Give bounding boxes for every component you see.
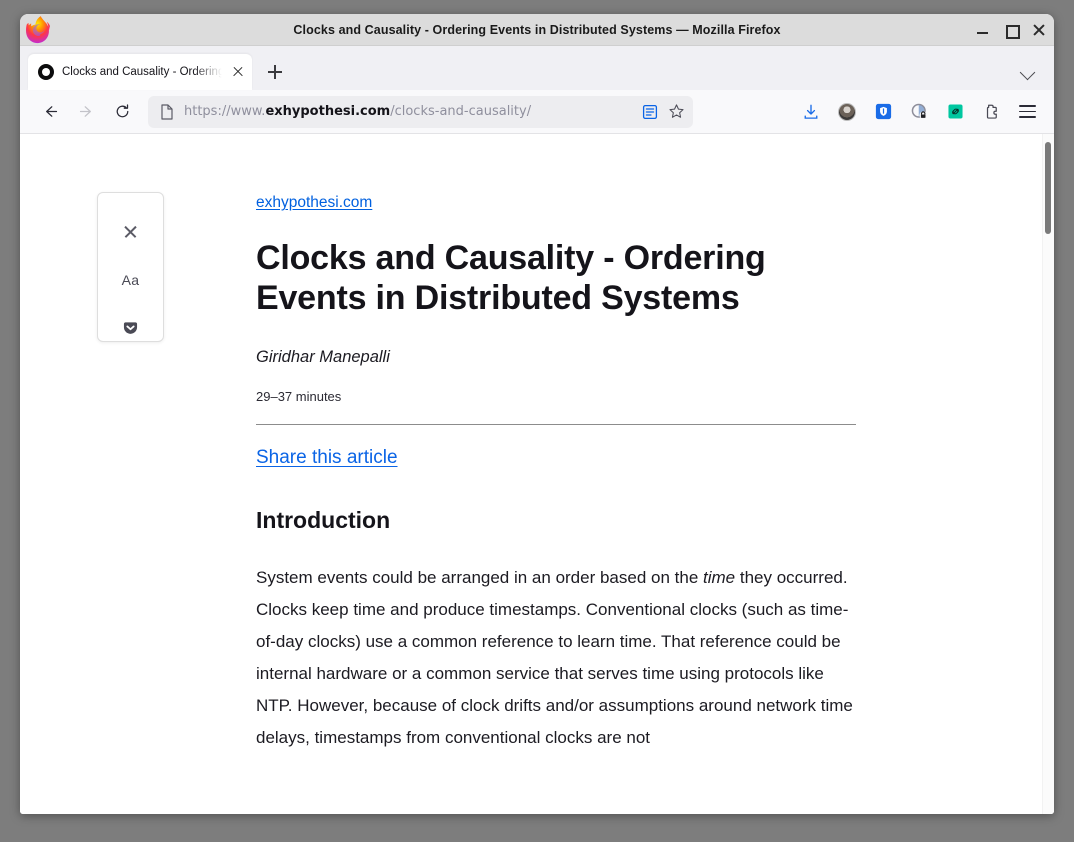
back-button[interactable] bbox=[34, 96, 66, 128]
extensions-puzzle-icon[interactable] bbox=[976, 97, 1006, 127]
url-scheme: https://www. bbox=[184, 104, 266, 119]
close-icon bbox=[123, 225, 138, 240]
tab-strip: Clocks and Causality - Ordering bbox=[20, 46, 1054, 90]
article-paragraph: System events could be arranged in an or… bbox=[256, 562, 856, 754]
tab-item[interactable]: Clocks and Causality - Ordering bbox=[28, 54, 252, 90]
minimize-button[interactable] bbox=[976, 23, 990, 37]
article-title: Clocks and Causality - Ordering Events i… bbox=[256, 239, 766, 317]
account-avatar-icon[interactable] bbox=[832, 97, 862, 127]
reader-mode-circle-icon bbox=[38, 64, 54, 80]
hamburger-icon bbox=[1018, 105, 1036, 118]
avatar bbox=[838, 102, 856, 121]
article-site-link[interactable]: exhypothesi.com bbox=[256, 194, 372, 212]
window-controls bbox=[976, 14, 1046, 46]
forward-button[interactable] bbox=[70, 96, 102, 128]
url-path: /clocks-and-causality/ bbox=[390, 104, 532, 119]
reader-type-controls-button[interactable]: Aa bbox=[115, 269, 147, 291]
close-window-button[interactable] bbox=[1032, 23, 1046, 37]
page-scrollbar[interactable] bbox=[1042, 134, 1054, 814]
bookmark-star-icon[interactable] bbox=[667, 103, 685, 121]
application-menu-icon[interactable] bbox=[1012, 97, 1042, 127]
article-read-time: 29–37 minutes bbox=[256, 389, 342, 404]
arrow-right-icon bbox=[79, 106, 91, 117]
save-to-pocket-button[interactable] bbox=[115, 317, 147, 339]
tab-title: Clocks and Causality - Ordering bbox=[62, 66, 222, 78]
firefox-logo-icon bbox=[26, 16, 54, 44]
url-bar[interactable]: https://www.exhypothesi.com/clocks-and-c… bbox=[148, 95, 693, 128]
toolbar-right-icons bbox=[796, 97, 1042, 127]
section-heading-introduction: Introduction bbox=[256, 507, 391, 533]
chevron-down-icon bbox=[1019, 64, 1036, 81]
maximize-button[interactable] bbox=[1004, 23, 1020, 39]
reader-view-icon[interactable] bbox=[641, 103, 659, 121]
paragraph-text-part1: System events could be arranged in an or… bbox=[256, 568, 704, 587]
paragraph-emphasis-time: time bbox=[703, 568, 736, 587]
share-article-link[interactable]: Share this article bbox=[256, 447, 398, 469]
scrollbar-thumb[interactable] bbox=[1045, 142, 1051, 234]
list-all-tabs-button[interactable] bbox=[1019, 64, 1036, 82]
title-bar: Clocks and Causality - Ordering Events i… bbox=[20, 14, 1054, 46]
arrow-left-icon bbox=[45, 106, 57, 117]
reader-article: exhypothesi.com Clocks and Causality - O… bbox=[20, 134, 1042, 814]
page-content: exhypothesi.com Clocks and Causality - O… bbox=[20, 134, 1054, 814]
browser-window: Clocks and Causality - Ordering Events i… bbox=[20, 14, 1054, 814]
window-title: Clocks and Causality - Ordering Events i… bbox=[293, 22, 781, 37]
downloads-icon[interactable] bbox=[796, 97, 826, 127]
reload-icon bbox=[116, 104, 128, 118]
reload-button[interactable] bbox=[106, 96, 138, 128]
link-extension-icon[interactable] bbox=[940, 97, 970, 127]
shield-password-manager-icon[interactable] bbox=[868, 97, 898, 127]
navigation-toolbar: https://www.exhypothesi.com/clocks-and-c… bbox=[20, 90, 1054, 134]
pocket-icon bbox=[123, 321, 138, 334]
new-tab-button[interactable] bbox=[260, 57, 290, 87]
page-document-icon bbox=[158, 103, 176, 121]
divider bbox=[256, 424, 856, 425]
paragraph-text-part2: they occurred. Clocks keep time and prod… bbox=[256, 568, 853, 747]
privacy-badger-icon[interactable] bbox=[904, 97, 934, 127]
reader-view-toolbar: Aa bbox=[97, 192, 164, 342]
url-domain: exhypothesi.com bbox=[265, 104, 391, 119]
close-icon[interactable] bbox=[230, 64, 246, 80]
article-author: Giridhar Manepalli bbox=[256, 348, 390, 366]
url-text[interactable]: https://www.exhypothesi.com/clocks-and-c… bbox=[184, 104, 633, 119]
reader-close-button[interactable] bbox=[115, 221, 147, 243]
text-size-label: Aa bbox=[121, 272, 140, 288]
